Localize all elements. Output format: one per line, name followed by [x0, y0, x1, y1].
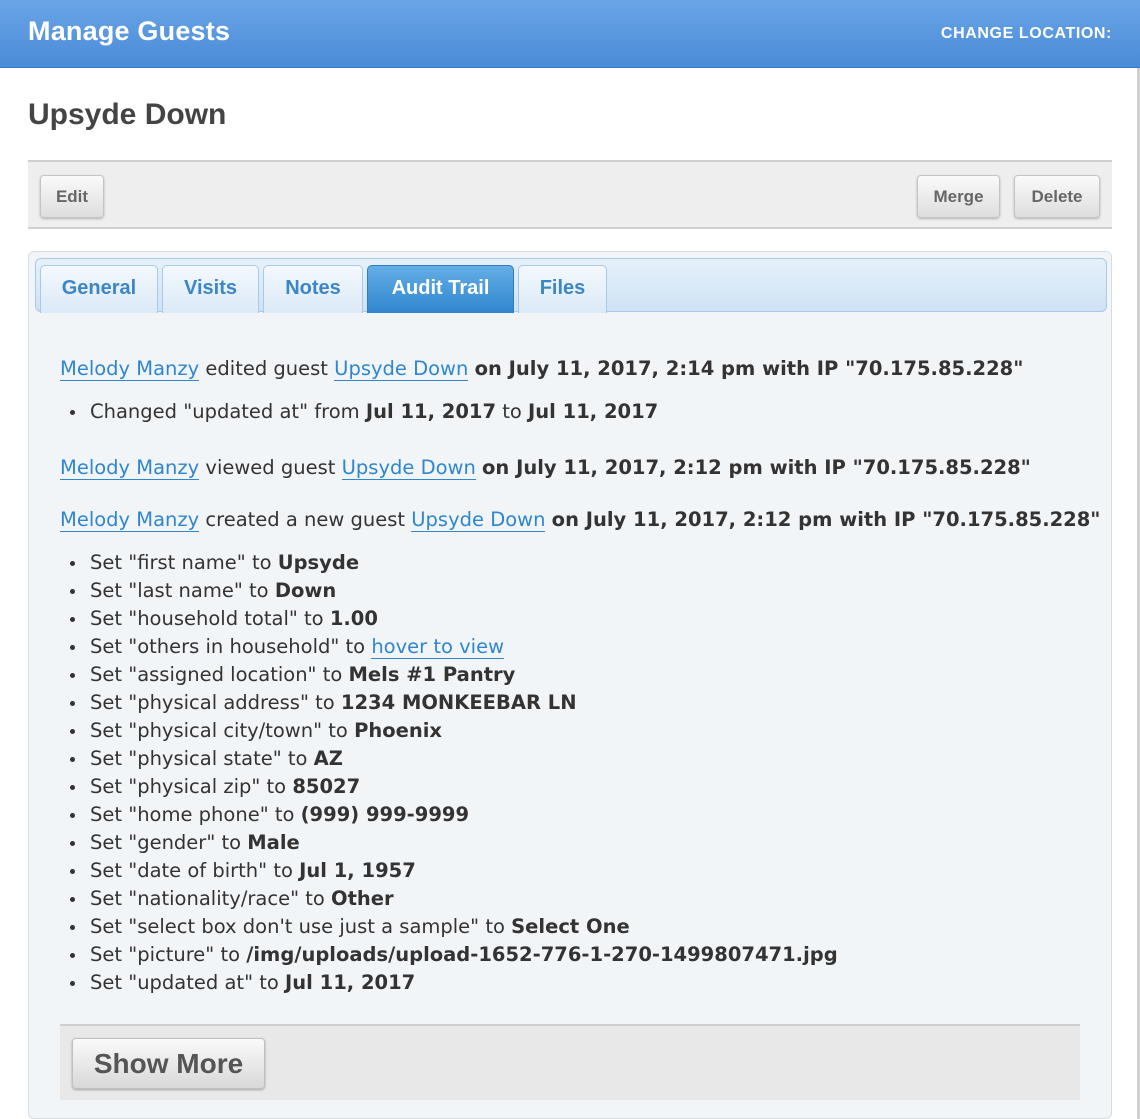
change-value: Jul 11, 2017	[285, 971, 416, 994]
top-header-bar: Manage Guests CHANGE LOCATION:	[0, 0, 1140, 68]
guest-toolbar: Edit Merge Delete	[28, 160, 1112, 229]
change-value: 85027	[292, 775, 361, 798]
audit-entry-header: Melody Manzy created a new guest Upsyde …	[60, 505, 1100, 535]
audit-change-item: Set "updated at" to Jul 11, 2017	[70, 969, 1100, 997]
tab-bar: General Visits Notes Audit Trail Files	[35, 258, 1107, 313]
change-text: Set "others in household" to	[90, 635, 372, 658]
audit-change-item: Set "last name" to Down	[70, 577, 1100, 605]
page-title: Upsyde Down	[28, 98, 227, 131]
change-text: Set "physical city/town" to	[90, 719, 355, 742]
change-value: Upsyde	[277, 551, 360, 574]
app-title: Manage Guests	[28, 16, 231, 46]
change-value: Select One	[511, 915, 630, 938]
change-value: Phoenix	[354, 719, 443, 742]
audit-details: on July 11, 2017, 2:14 pm with IP "70.17…	[474, 357, 1024, 380]
audit-change-item: Set "physical zip" to 85027	[70, 773, 1100, 801]
change-value: Jul 1, 1957	[299, 859, 416, 882]
tab-audit-trail[interactable]: Audit Trail	[367, 265, 514, 313]
user-link[interactable]: Melody Manzy	[60, 456, 200, 480]
audit-trail-list: Melody Manzy edited guest Upsyde Down on…	[60, 351, 1100, 997]
change-text: Set "physical address" to	[90, 691, 341, 714]
audit-change-item: Set "nationality/race" to Other	[70, 885, 1100, 913]
change-value: /img/uploads/upload-1652-776-1-270-14998…	[246, 943, 838, 966]
tab-files[interactable]: Files	[518, 265, 607, 313]
change-text: Changed "updated at" from	[90, 400, 366, 423]
hover-to-view-link[interactable]: hover to view	[371, 635, 505, 659]
change-location-link[interactable]: CHANGE LOCATION:	[941, 25, 1112, 43]
audit-details: on July 11, 2017, 2:12 pm with IP "70.17…	[551, 508, 1101, 531]
edit-button[interactable]: Edit	[40, 175, 104, 218]
audit-change-item: Set "first name" to Upsyde	[70, 549, 1100, 577]
audit-entry-header: Melody Manzy edited guest Upsyde Down on…	[60, 354, 1100, 384]
change-text: to	[496, 400, 529, 423]
change-value: Mels #1 Pantry	[348, 663, 516, 686]
delete-button[interactable]: Delete	[1014, 175, 1100, 218]
show-more-button[interactable]: Show More	[72, 1038, 265, 1089]
change-text: Set "assigned location" to	[90, 663, 349, 686]
audit-details: on July 11, 2017, 2:12 pm with IP "70.17…	[482, 456, 1031, 479]
change-text: Set "picture" to	[90, 943, 247, 966]
audit-action: edited guest	[205, 357, 328, 380]
guest-link[interactable]: Upsyde Down	[334, 357, 469, 381]
change-value: Male	[247, 831, 300, 854]
change-text: Set "gender" to	[90, 831, 248, 854]
change-text: Set "physical state" to	[90, 747, 314, 770]
merge-button[interactable]: Merge	[917, 175, 1000, 218]
audit-change-item: Set "home phone" to (999) 999-9999	[70, 801, 1100, 829]
guest-link[interactable]: Upsyde Down	[411, 508, 546, 532]
audit-change-item: Set "select box don't use just a sample"…	[70, 913, 1100, 941]
user-link[interactable]: Melody Manzy	[60, 508, 200, 532]
audit-change-list: Changed "updated at" from Jul 11, 2017 t…	[70, 398, 1100, 426]
change-text: Set "household total" to	[90, 607, 330, 630]
change-value: 1.00	[329, 607, 378, 630]
tab-general[interactable]: General	[40, 265, 158, 313]
user-link[interactable]: Melody Manzy	[60, 357, 200, 381]
audit-entry-header: Melody Manzy viewed guest Upsyde Down on…	[60, 453, 1100, 483]
change-text: Set "date of birth" to	[90, 859, 300, 882]
guest-link[interactable]: Upsyde Down	[341, 456, 476, 480]
change-text: Set "updated at" to	[90, 971, 286, 994]
audit-change-item: Set "date of birth" to Jul 1, 1957	[70, 857, 1100, 885]
change-value: AZ	[313, 747, 343, 770]
tab-notes[interactable]: Notes	[263, 265, 363, 313]
change-value: 1234 MONKEEBAR LN	[340, 691, 577, 714]
audit-change-item: Set "others in household" to hover to vi…	[70, 633, 1100, 661]
audit-change-item: Set "assigned location" to Mels #1 Pantr…	[70, 661, 1100, 689]
change-value: Down	[274, 579, 337, 602]
audit-change-item: Set "physical city/town" to Phoenix	[70, 717, 1100, 745]
change-text: Set "select box don't use just a sample"…	[90, 915, 512, 938]
audit-change-item: Changed "updated at" from Jul 11, 2017 t…	[70, 398, 1100, 426]
change-text: Set "first name" to	[90, 551, 278, 574]
change-text: Set "home phone" to	[90, 803, 301, 826]
change-from-value: Jul 11, 2017	[365, 400, 497, 423]
tab-visits[interactable]: Visits	[162, 265, 259, 313]
audit-action: viewed guest	[205, 456, 336, 479]
change-text: Set "physical zip" to	[90, 775, 293, 798]
audit-change-list: Set "first name" to Upsyde Set "last nam…	[70, 549, 1100, 997]
change-text: Set "nationality/race" to	[90, 887, 332, 910]
audit-change-item: Set "physical state" to AZ	[70, 745, 1100, 773]
change-value: Other	[331, 887, 394, 910]
audit-change-item: Set "picture" to /img/uploads/upload-165…	[70, 941, 1100, 969]
audit-change-item: Set "household total" to 1.00	[70, 605, 1100, 633]
change-to-value: Jul 11, 2017	[528, 400, 659, 423]
audit-change-item: Set "gender" to Male	[70, 829, 1100, 857]
change-value: (999) 999-9999	[300, 803, 470, 826]
audit-change-item: Set "physical address" to 1234 MONKEEBAR…	[70, 689, 1100, 717]
change-text: Set "last name" to	[90, 579, 275, 602]
audit-action: created a new guest	[205, 508, 406, 531]
show-more-bar: Show More	[60, 1024, 1080, 1100]
